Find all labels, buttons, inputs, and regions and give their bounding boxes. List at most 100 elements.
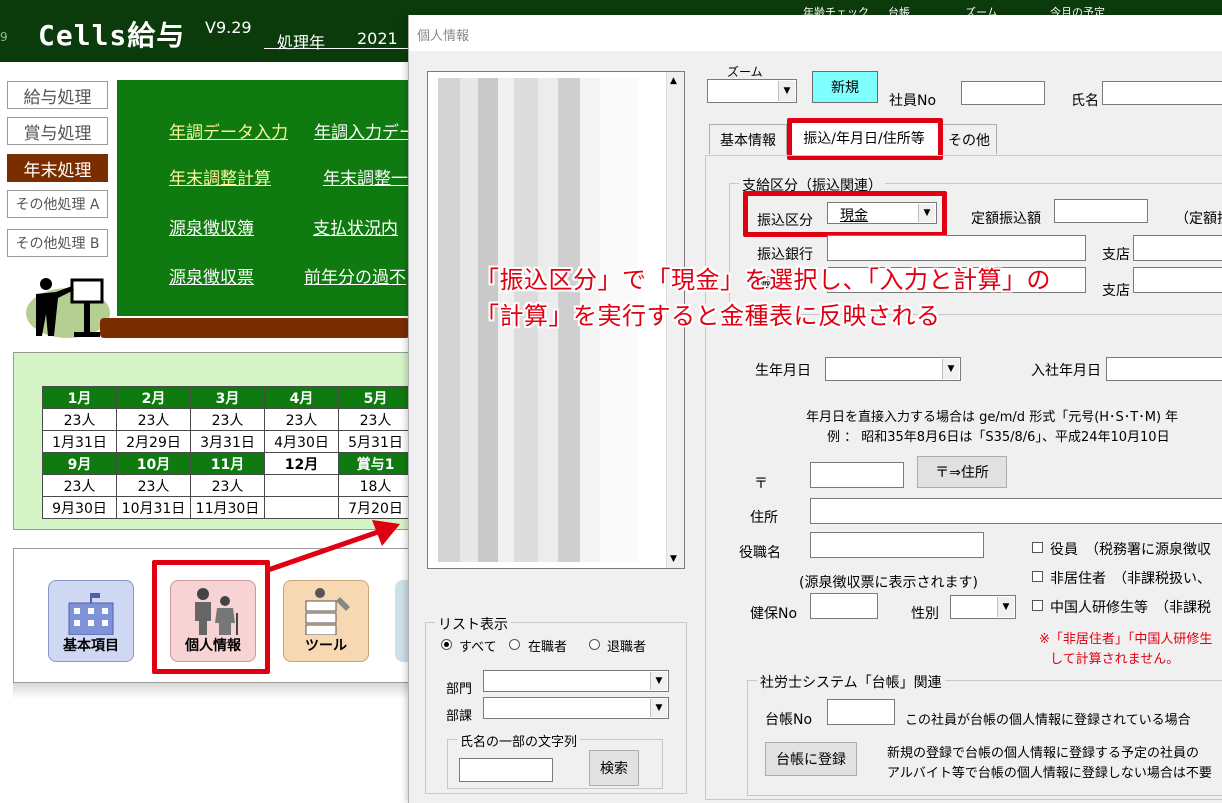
bonus-header[interactable]: 賞与1 [338, 452, 413, 475]
sidebar-item-other-a[interactable]: その他処理 A [7, 190, 108, 218]
postal-code-input[interactable] [810, 462, 904, 488]
month-date: 2月29日 [116, 430, 191, 453]
birth-date-select[interactable]: ▼ [825, 357, 961, 381]
process-year-label: 処理年 [277, 33, 326, 52]
name-input[interactable] [1102, 81, 1222, 105]
officer-checkbox[interactable] [1032, 542, 1043, 553]
radio-retired[interactable] [589, 639, 600, 650]
birth-date-label: 生年月日 [755, 363, 811, 379]
radio-retired-label: 退職者 [607, 640, 647, 655]
personal-info-highlight [152, 560, 270, 674]
month-header[interactable]: 9月 [42, 452, 117, 475]
board-shelf [100, 318, 410, 338]
month-date: 1月31日 [42, 430, 117, 453]
chevron-down-icon: ▼ [997, 597, 1014, 617]
annotation-line1: 「振込区分」で「現金」を選択し、「入力と計算」の [475, 266, 1051, 294]
new-button[interactable]: 新規 [812, 71, 878, 103]
month-people: 23人 [190, 474, 265, 497]
link-payment-status[interactable]: 支払状況内 [313, 214, 398, 239]
month-header[interactable]: 11月 [190, 452, 265, 475]
personal-info-dialog: 個人情報 ▲ ▼ リスト表示 すべて 在職者 退職者 部門 ▼ 部課 ▼ 氏名の… [408, 15, 1222, 803]
month-header[interactable]: 10月 [116, 452, 191, 475]
tab-other[interactable]: その他 [941, 124, 997, 154]
month-header[interactable]: 2月 [116, 386, 191, 409]
link-withholding-slip[interactable]: 源泉徴収票 [169, 263, 254, 288]
search-button[interactable]: 検索 [589, 750, 639, 786]
process-year-underline [264, 48, 414, 49]
address-label: 住所 [750, 510, 778, 526]
tools-tile[interactable]: ツール [283, 580, 369, 662]
chevron-down-icon: ▼ [650, 672, 667, 690]
chevron-down-icon: ▼ [942, 359, 959, 379]
link-withholding-book[interactable]: 源泉徴収簿 [169, 214, 254, 239]
scroll-up-icon[interactable]: ▲ [670, 76, 677, 86]
warning-note-line1: ※「非居住者」「中国人研修生 [1039, 632, 1213, 647]
tile-panel-shadow [13, 683, 413, 699]
dialog-title: 個人情報 [417, 29, 470, 44]
month-people: 23人 [42, 474, 117, 497]
month-header-current[interactable]: 12月 [264, 452, 339, 475]
nonresident-label: 非居住者 （非課税扱い、 [1050, 571, 1211, 587]
postal-to-address-button[interactable]: 〒⇒住所 [917, 456, 1007, 488]
tools-icon [305, 588, 350, 635]
tab-basic-info[interactable]: 基本情報 [709, 124, 787, 154]
chevron-down-icon: ▼ [778, 81, 795, 101]
trainee-checkbox[interactable] [1032, 600, 1043, 611]
hire-date-select[interactable] [1106, 357, 1222, 381]
employee-no-label: 社員No [889, 93, 937, 109]
bank-input[interactable] [827, 235, 1086, 261]
employee-no-input[interactable] [961, 81, 1045, 105]
health-insurance-input[interactable] [810, 593, 878, 619]
position-input[interactable] [810, 532, 984, 558]
process-year-value[interactable]: 2021 [357, 29, 398, 48]
app-title: Cells給与 [38, 19, 186, 52]
month-people: 23人 [116, 408, 191, 431]
link-previous-year[interactable]: 前年分の過不 [304, 263, 406, 288]
branch2-label: 支店 [1102, 283, 1130, 299]
ledger-no-label: 台帳No [765, 712, 813, 728]
link-year-end-data-input[interactable]: 年調データ入力 [169, 118, 288, 143]
dept-select[interactable]: ▼ [483, 670, 669, 692]
fixed-amount-input[interactable] [1054, 199, 1148, 223]
officer-label: 役員 （税務署に源泉徴収 [1050, 542, 1211, 558]
chevron-down-icon: ▼ [650, 699, 667, 717]
sidebar-item-bonus[interactable]: 賞与処理 [7, 117, 108, 145]
month-date: 4月30日 [264, 430, 339, 453]
zoom-select[interactable]: ▼ [707, 79, 797, 103]
radio-all[interactable] [441, 639, 452, 650]
month-header[interactable]: 1月 [42, 386, 117, 409]
postal-mark: 〒 [754, 476, 768, 492]
gender-select[interactable]: ▼ [950, 595, 1016, 619]
nonresident-checkbox[interactable] [1032, 571, 1043, 582]
branch-input[interactable] [1133, 235, 1222, 261]
link-year-end-adjust[interactable]: 年末調整一 [323, 164, 408, 189]
month-date: 5月31日 [338, 430, 413, 453]
pay-type-highlight [743, 191, 947, 237]
branch2-input[interactable] [1133, 267, 1222, 293]
month-header[interactable]: 5月 [338, 386, 413, 409]
sidebar-item-payroll[interactable]: 給与処理 [7, 81, 108, 109]
radio-current[interactable] [509, 639, 520, 650]
basic-items-tile[interactable]: 基本項目 [48, 580, 134, 662]
register-ledger-button[interactable]: 台帳に登録 [765, 742, 857, 776]
section-select[interactable]: ▼ [483, 697, 669, 719]
month-header[interactable]: 4月 [264, 386, 339, 409]
scroll-down-icon[interactable]: ▼ [670, 554, 677, 564]
link-year-end-input-data[interactable]: 年調入力デー [314, 118, 416, 143]
month-people: 23人 [338, 408, 413, 431]
ledger-no-input[interactable] [827, 699, 895, 725]
month-people: 23人 [42, 408, 117, 431]
month-date: 11月30日 [190, 496, 265, 519]
tab-highlight [787, 118, 943, 160]
month-date: 3月31日 [190, 430, 265, 453]
sidebar-item-other-b[interactable]: その他処理 B [7, 229, 108, 257]
trainee-label: 中国人研修生等 （非課税 [1050, 600, 1211, 616]
ledger-group-title: 社労士システム「台帳」関連 [757, 672, 945, 692]
sidebar-item-year-end[interactable]: 年末処理 [7, 154, 108, 182]
link-year-end-calc[interactable]: 年末調整計算 [169, 164, 271, 189]
dept-label: 部門 [446, 682, 473, 697]
address-input[interactable] [810, 498, 1222, 524]
month-header[interactable]: 3月 [190, 386, 265, 409]
name-search-input[interactable] [459, 758, 553, 782]
fixed-amount-label: 定額振込額 [971, 211, 1041, 227]
